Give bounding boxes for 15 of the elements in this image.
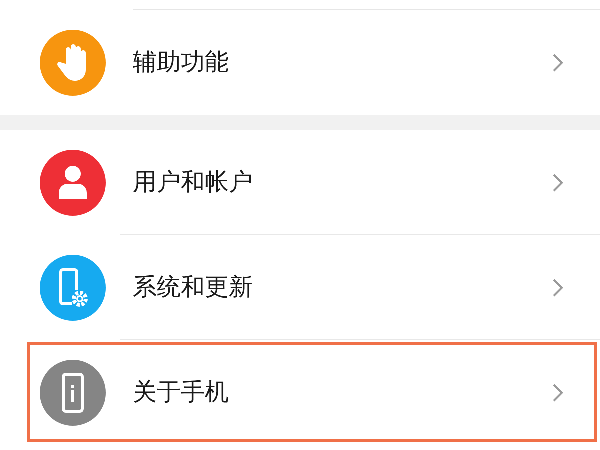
chevron-icon <box>552 382 564 402</box>
chevron-icon <box>552 278 564 298</box>
settings-item[interactable]: 用户和帐户 <box>0 130 600 235</box>
item-label: 关于手机 <box>133 378 230 408</box>
phone-gear-icon <box>58 268 88 308</box>
settings-item[interactable]: 关于手机 <box>0 340 600 445</box>
item-label: 辅助功能 <box>133 48 230 78</box>
settings-item[interactable]: 系统和更新 <box>0 235 600 340</box>
settings-item[interactable]: 辅助功能 <box>0 10 600 115</box>
chevron-icon <box>552 52 564 72</box>
phone-info-icon <box>62 372 84 412</box>
chevron-icon <box>552 172 564 192</box>
item-label: 系统和更新 <box>133 272 254 302</box>
item-label: 用户和帐户 <box>133 168 254 198</box>
person-icon <box>57 164 89 200</box>
